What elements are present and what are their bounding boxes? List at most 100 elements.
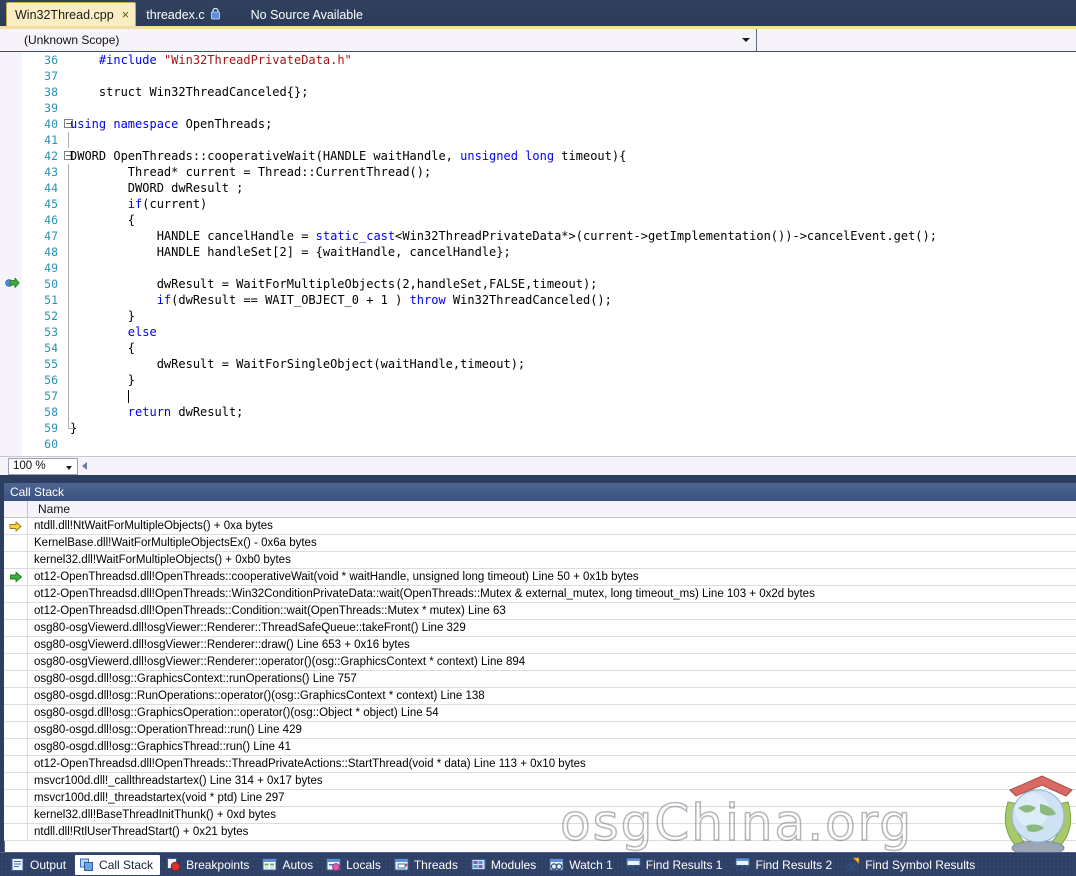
call-stack-frame-name: osg80-osgd.dll!osg::OperationThread::run…: [34, 724, 302, 736]
breakpoints-icon: [166, 857, 186, 872]
fold-guide: [68, 356, 69, 372]
chevron-down-icon[interactable]: [742, 38, 750, 42]
line-number: 51: [44, 293, 58, 307]
row-indicator: [4, 773, 28, 789]
name-column-header[interactable]: Name: [28, 502, 1076, 516]
code-line[interactable]: 40 using namespace OpenThreads;: [0, 116, 1076, 132]
taskbar-tab-watch-1[interactable]: Watch 1: [545, 855, 620, 875]
call-stack-row[interactable]: osg80-osgd.dll!osg::GraphicsOperation::o…: [4, 705, 1076, 722]
code-line[interactable]: 38 struct Win32ThreadCanceled{};: [0, 84, 1076, 100]
taskbar-tab-autos[interactable]: Autos: [258, 855, 320, 875]
code-line[interactable]: 55 dwResult = WaitForSingleObject(waitHa…: [0, 356, 1076, 372]
call-stack-rows[interactable]: ntdll.dll!NtWaitForMultipleObjects() + 0…: [4, 518, 1076, 841]
call-stack-row[interactable]: osg80-osgd.dll!osg::RunOperations::opera…: [4, 688, 1076, 705]
taskbar-tab-find-symbol-results[interactable]: Find Symbol Results: [841, 855, 982, 875]
taskbar-tab-label: Autos: [282, 857, 314, 872]
fold-guide: [68, 132, 69, 148]
code-line[interactable]: 41: [0, 132, 1076, 148]
watch-icon: [549, 857, 569, 872]
code-line-text: struct Win32ThreadCanceled{};: [70, 85, 309, 99]
autos-icon: [262, 857, 282, 872]
code-line[interactable]: 36 #include "Win32ThreadPrivateData.h": [0, 52, 1076, 68]
code-line[interactable]: 57: [0, 388, 1076, 404]
call-stack-row[interactable]: osg80-osgd.dll!osg::OperationThread::run…: [4, 722, 1076, 739]
code-line[interactable]: 48 HANDLE handleSet[2] = {waitHandle, ca…: [0, 244, 1076, 260]
taskbar-tab-breakpoints[interactable]: Breakpoints: [162, 855, 256, 875]
code-line[interactable]: 46 {: [0, 212, 1076, 228]
code-line[interactable]: 53 else: [0, 324, 1076, 340]
current-frame-arrow-icon: [4, 569, 28, 585]
call-stack-panel: Call Stack Name ntdll.dll!NtWaitForMulti…: [0, 475, 1076, 852]
code-line[interactable]: 50 dwResult = WaitForMultipleObjects(2,h…: [0, 276, 1076, 292]
call-stack-row[interactable]: osg80-osgViewerd.dll!osgViewer::Renderer…: [4, 620, 1076, 637]
code-line[interactable]: 59}: [0, 420, 1076, 436]
close-icon[interactable]: ×: [122, 8, 130, 21]
code-line-text: {: [70, 341, 136, 355]
editor-tab-win32thread[interactable]: Win32Thread.cpp ×: [6, 2, 137, 26]
code-line[interactable]: 52 }: [0, 308, 1076, 324]
code-line[interactable]: 45 if(current): [0, 196, 1076, 212]
code-line[interactable]: 51 if(dwResult == WAIT_OBJECT_0 + 1 ) th…: [0, 292, 1076, 308]
call-stack-row[interactable]: osg80-osgViewerd.dll!osgViewer::Renderer…: [4, 637, 1076, 654]
taskbar-tab-threads[interactable]: Threads: [390, 855, 465, 875]
call-stack-row[interactable]: kernel32.dll!BaseThreadInitThunk() + 0xd…: [4, 807, 1076, 824]
fold-guide: [68, 244, 69, 260]
code-line[interactable]: 47 HANDLE cancelHandle = static_cast<Win…: [0, 228, 1076, 244]
row-indicator: [4, 552, 28, 568]
code-line[interactable]: 56 }: [0, 372, 1076, 388]
fold-guide: [68, 308, 69, 324]
findresults-icon: [626, 857, 646, 872]
call-stack-frame-name: ot12-OpenThreadsd.dll!OpenThreads::Win32…: [34, 588, 815, 600]
taskbar-tab-find-results-1[interactable]: Find Results 1: [622, 855, 730, 875]
call-stack-row[interactable]: ntdll.dll!NtWaitForMultipleObjects() + 0…: [4, 518, 1076, 535]
code-text-area[interactable]: 36 #include "Win32ThreadPrivateData.h" 37…: [0, 52, 1076, 456]
call-stack-row[interactable]: osg80-osgd.dll!osg::GraphicsThread::run(…: [4, 739, 1076, 756]
call-stack-row[interactable]: KernelBase.dll!WaitForMultipleObjectsEx(…: [4, 535, 1076, 552]
scope-dropdown[interactable]: (Unknown Scope): [0, 29, 757, 51]
call-stack-row[interactable]: osg80-osgViewerd.dll!osgViewer::Renderer…: [4, 654, 1076, 671]
code-line-text: HANDLE cancelHandle = static_cast<Win32T…: [70, 229, 937, 243]
call-stack-row[interactable]: ot12-OpenThreadsd.dll!OpenThreads::Condi…: [4, 603, 1076, 620]
taskbar-tab-modules[interactable]: Modules: [467, 855, 543, 875]
code-line[interactable]: 42 DWORD OpenThreads::cooperativeWait(HAN…: [0, 148, 1076, 164]
taskbar-tab-call-stack[interactable]: Call Stack: [75, 854, 161, 875]
taskbar-tab-locals[interactable]: Locals: [322, 855, 388, 875]
line-number: 53: [44, 325, 58, 339]
line-number: 44: [44, 181, 58, 195]
member-dropdown[interactable]: [757, 29, 1076, 51]
fold-guide: [68, 340, 69, 356]
editor-tab-threadex[interactable]: threadex.c: [138, 4, 228, 26]
call-stack-row[interactable]: ot12-OpenThreadsd.dll!OpenThreads::coope…: [4, 569, 1076, 586]
call-stack-frame-name: ntdll.dll!NtWaitForMultipleObjects() + 0…: [34, 520, 273, 532]
row-indicator: [4, 807, 28, 823]
taskbar-tab-label: Find Results 1: [645, 857, 723, 872]
chevron-down-icon[interactable]: [66, 465, 72, 470]
no-source-available-tab[interactable]: No Source Available: [251, 4, 363, 26]
horizontal-scrollbar[interactable]: [82, 458, 1076, 475]
code-line[interactable]: 39: [0, 100, 1076, 116]
call-stack-row[interactable]: kernel32.dll!WaitForMultipleObjects() + …: [4, 552, 1076, 569]
call-stack-row[interactable]: msvcr100d.dll!_threadstartex(void * ptd)…: [4, 790, 1076, 807]
call-stack-row[interactable]: msvcr100d.dll!_callthreadstartex() Line …: [4, 773, 1076, 790]
call-stack-row[interactable]: ntdll.dll!RtlUserThreadStart() + 0x21 by…: [4, 824, 1076, 841]
code-line-text: return dwResult;: [127, 405, 244, 419]
taskbar-tab-output[interactable]: Output: [6, 855, 73, 875]
taskbar-tab-find-results-2[interactable]: Find Results 2: [731, 855, 839, 875]
code-line[interactable]: 49: [0, 260, 1076, 276]
code-editor[interactable]: 36 #include "Win32ThreadPrivateData.h" 37…: [0, 52, 1076, 456]
code-line[interactable]: 58 return dwResult;: [0, 404, 1076, 420]
visual-studio-window: Win32Thread.cpp × threadex.c No Source A…: [0, 0, 1076, 876]
code-line-text: HANDLE handleSet[2] = {waitHandle, cance…: [70, 245, 511, 259]
zoom-level-dropdown[interactable]: 100 %: [8, 457, 78, 475]
call-stack-row[interactable]: ot12-OpenThreadsd.dll!OpenThreads::Win32…: [4, 586, 1076, 603]
code-line[interactable]: 44 DWORD dwResult ;: [0, 180, 1076, 196]
code-line[interactable]: 37: [0, 68, 1076, 84]
call-stack-row[interactable]: ot12-OpenThreadsd.dll!OpenThreads::Threa…: [4, 756, 1076, 773]
code-line[interactable]: 54 {: [0, 340, 1076, 356]
editor-tab-label: Win32Thread.cpp: [15, 7, 114, 22]
code-line[interactable]: 43 Thread* current = Thread::CurrentThre…: [0, 164, 1076, 180]
scroll-left-icon[interactable]: [82, 461, 87, 470]
call-stack-row[interactable]: osg80-osgd.dll!osg::GraphicsContext::run…: [4, 671, 1076, 688]
call-stack-frame-name: osg80-osgd.dll!osg::RunOperations::opera…: [34, 690, 485, 702]
code-line[interactable]: 60: [0, 436, 1076, 452]
